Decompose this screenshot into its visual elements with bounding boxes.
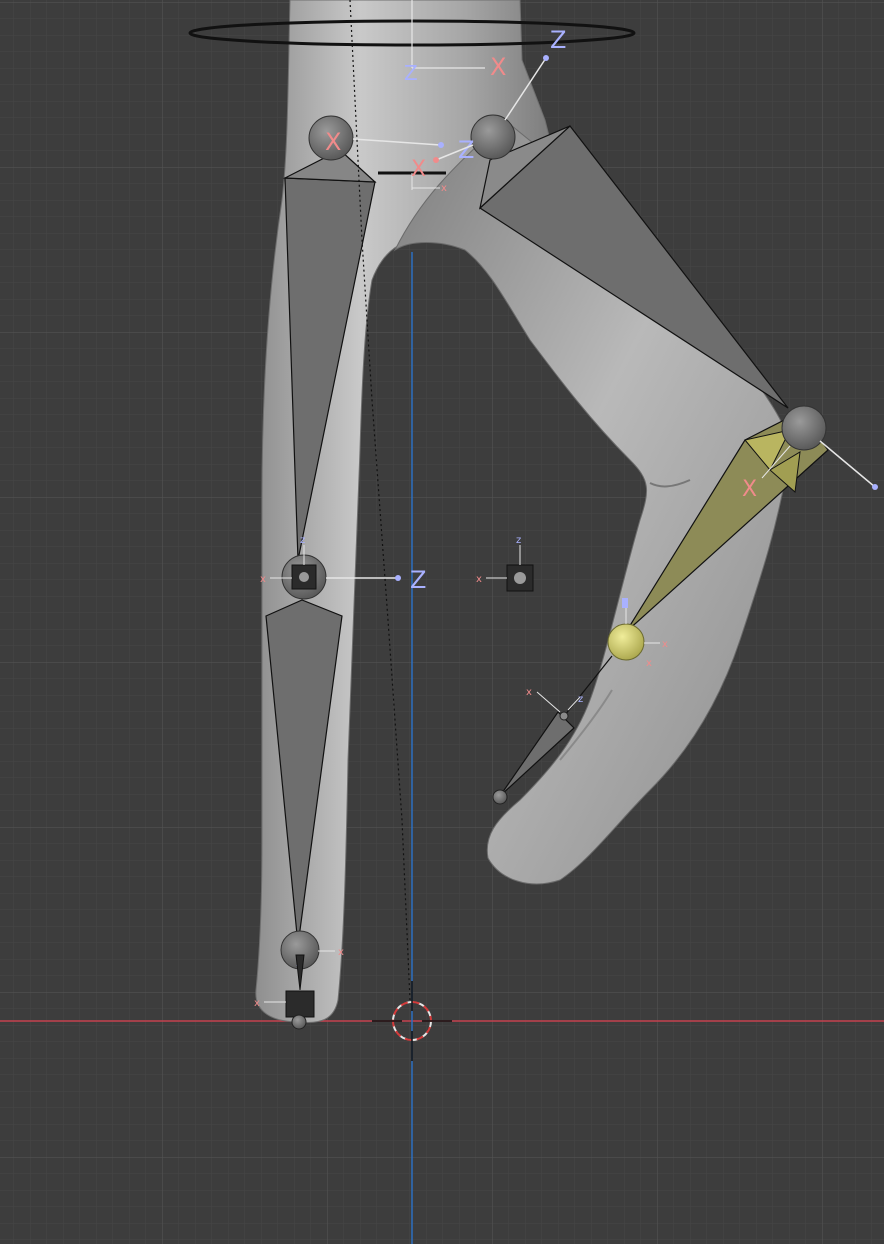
root-z-label: Z [404,61,418,85]
ankle-left-small-x-label: x [338,947,344,958]
knee-left-small-x-label: x [260,574,266,585]
joint-ball-right[interactable] [559,711,569,721]
hip-right-secondary-dot [433,157,439,163]
foot-left-small-x-label: x [254,998,260,1009]
ik-pole-dot [514,572,526,584]
pelvis-x-label: X [411,157,426,182]
shin-right-x-label: X [742,477,757,502]
ankle-right-small-x2-label: x [646,658,652,669]
knee-left-axis-dot [395,575,401,581]
3d-viewport[interactable]: X Z x X X Z x z x z x x z Z Z [0,0,884,1244]
ankle-right-small-x-label: x [662,639,668,650]
knee-left-control-dot [299,572,309,582]
ik-pole-small-x-label: x [476,574,482,585]
viewport-canvas[interactable]: X Z x X X Z x z x z x x z Z Z [0,0,884,1244]
hip-right-axis-dot [543,55,549,61]
joint-hip-right[interactable] [470,114,516,160]
ball-right-small-x-label: x [526,687,532,698]
joint-toe-right[interactable] [492,789,508,805]
hip-left-axis-dot [438,142,444,148]
ik-pole-small-z-label: z [516,535,521,546]
ankle-right-z-marker [622,598,628,608]
knee-left-z-label: Z [410,566,426,594]
hip-right-top-z-label: Z [550,26,566,54]
joint-ankle-right-selected[interactable] [607,623,645,661]
knee-right-axis-dot [872,484,878,490]
hip-left-x-label: X [325,128,341,156]
joint-knee-right[interactable] [781,405,827,451]
ball-right-small-z-label: z [578,694,583,705]
joint-toe-left[interactable] [291,1014,307,1030]
root-x-label: X [490,53,506,81]
foot-left-control[interactable] [285,990,315,1018]
pelvis-small-x-label: x [441,183,447,194]
knee-left-small-z-label: z [300,535,305,546]
